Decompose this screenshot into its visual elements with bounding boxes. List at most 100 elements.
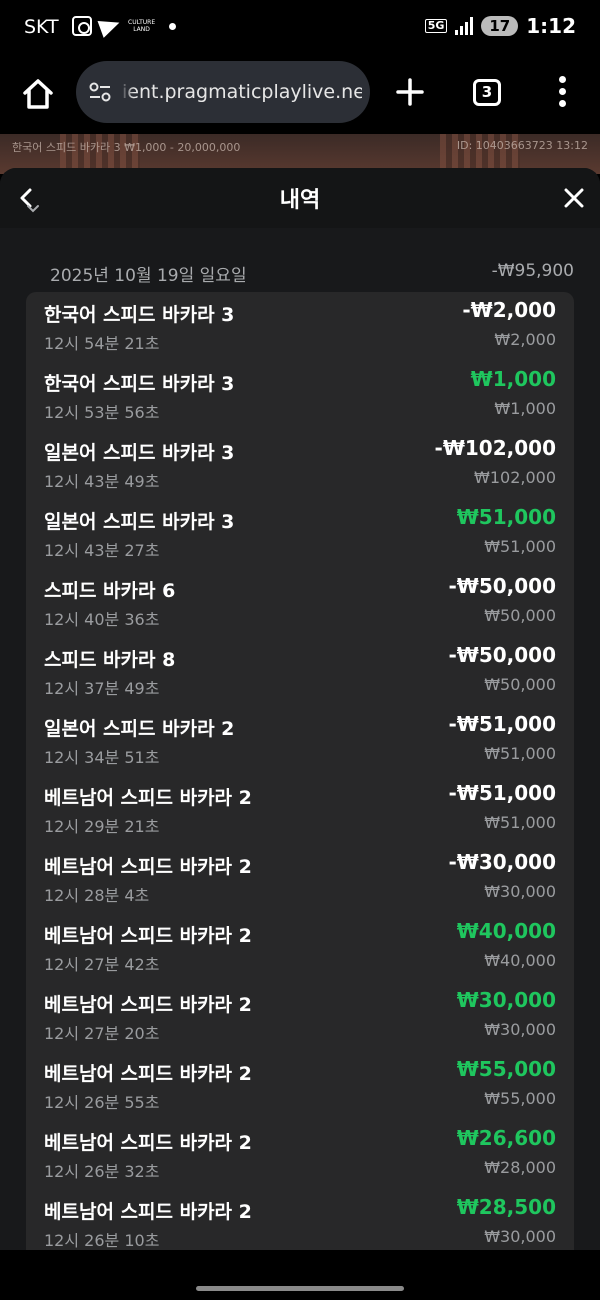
game-name: 베트남어 스피드 바카라 2 bbox=[44, 1063, 252, 1085]
history-row[interactable]: 한국어 스피드 바카라 3 12시 53분 56초 ₩1,000 ₩1,000 bbox=[26, 361, 574, 430]
bet-amount: ₩40,000 bbox=[484, 951, 556, 970]
result-amount: ₩40,000 bbox=[456, 919, 556, 943]
result-amount: -₩51,000 bbox=[448, 712, 556, 736]
url-text: ient.pragmaticplaylive.net bbox=[122, 81, 362, 103]
bet-amount: ₩55,000 bbox=[484, 1089, 556, 1108]
site-settings-icon[interactable] bbox=[88, 81, 112, 103]
day-total: -₩95,900 bbox=[491, 261, 574, 281]
close-icon bbox=[564, 188, 584, 208]
home-indicator[interactable] bbox=[196, 1286, 404, 1291]
system-navigation-bar bbox=[0, 1250, 600, 1300]
close-button[interactable] bbox=[564, 188, 584, 208]
home-button[interactable] bbox=[20, 76, 56, 112]
bet-time: 12시 54분 21초 bbox=[44, 334, 160, 353]
bet-amount: ₩102,000 bbox=[474, 468, 556, 487]
history-row[interactable]: 한국어 스피드 바카라 3 12시 54분 21초 -₩2,000 ₩2,000 bbox=[26, 292, 574, 361]
result-amount: ₩51,000 bbox=[456, 505, 556, 529]
result-amount: -₩102,000 bbox=[434, 436, 556, 460]
bet-time: 12시 28분 4초 bbox=[44, 886, 150, 905]
history-sheet: 내역 2025년 10월 19일 일요일 -₩95,900 한국어 스피드 바카… bbox=[0, 168, 600, 1250]
history-row[interactable]: 일본어 스피드 바카라 3 12시 43분 27초 ₩51,000 ₩51,00… bbox=[26, 499, 574, 568]
history-row[interactable]: 일본어 스피드 바카라 3 12시 43분 49초 -₩102,000 ₩102… bbox=[26, 430, 574, 499]
browser-menu-button[interactable] bbox=[552, 76, 572, 112]
system-icons: 5G 17 1:12 bbox=[424, 14, 576, 38]
day-date: 2025년 10월 19일 일요일 bbox=[50, 266, 247, 286]
history-row[interactable]: 베트남어 스피드 바카라 2 12시 26분 10초 ₩28,500 ₩30,0… bbox=[26, 1189, 574, 1250]
game-name: 베트남어 스피드 바카라 2 bbox=[44, 994, 252, 1016]
bet-amount: ₩30,000 bbox=[484, 1227, 556, 1246]
bet-time: 12시 34분 51초 bbox=[44, 748, 160, 767]
history-row[interactable]: 베트남어 스피드 바카라 2 12시 27분 42초 ₩40,000 ₩40,0… bbox=[26, 913, 574, 982]
bet-amount: ₩30,000 bbox=[484, 882, 556, 901]
result-amount: -₩51,000 bbox=[448, 781, 556, 805]
browser-toolbar: ient.pragmaticplaylive.net 3 bbox=[0, 58, 600, 134]
game-name: 베트남어 스피드 바카라 2 bbox=[44, 856, 252, 878]
bet-time: 12시 43분 27초 bbox=[44, 541, 160, 560]
bet-time: 12시 27분 20초 bbox=[44, 1024, 160, 1043]
notification-icons: CULTURE LAND bbox=[72, 14, 177, 38]
history-row[interactable]: 베트남어 스피드 바카라 2 12시 27분 20초 ₩30,000 ₩30,0… bbox=[26, 982, 574, 1051]
result-amount: -₩50,000 bbox=[448, 574, 556, 598]
game-name: 스피드 바카라 8 bbox=[44, 649, 176, 671]
bet-amount: ₩28,000 bbox=[484, 1158, 556, 1177]
chevron-down-icon bbox=[27, 205, 39, 213]
more-vert-icon bbox=[558, 76, 566, 83]
tab-switcher-button[interactable]: 3 bbox=[473, 79, 501, 106]
address-bar[interactable]: ient.pragmaticplaylive.net bbox=[76, 61, 370, 123]
game-name: 일본어 스피드 바카라 3 bbox=[44, 442, 235, 464]
bet-time: 12시 43분 49초 bbox=[44, 472, 160, 491]
carrier-label: SKT bbox=[24, 16, 59, 38]
bet-time: 12시 26분 55초 bbox=[44, 1093, 160, 1112]
bet-amount: ₩50,000 bbox=[484, 675, 556, 694]
bet-amount: ₩51,000 bbox=[484, 813, 556, 832]
game-name: 일본어 스피드 바카라 3 bbox=[44, 511, 235, 533]
collapse-day-toggle[interactable] bbox=[26, 204, 40, 214]
bet-amount: ₩51,000 bbox=[484, 744, 556, 763]
history-row[interactable]: 스피드 바카라 8 12시 37분 49초 -₩50,000 ₩50,000 bbox=[26, 637, 574, 706]
signal-icon bbox=[455, 17, 474, 35]
plus-icon bbox=[396, 78, 424, 106]
bet-time: 12시 37분 49초 bbox=[44, 679, 160, 698]
telegram-icon bbox=[97, 14, 123, 38]
bet-time: 12시 40분 36초 bbox=[44, 610, 160, 629]
history-row[interactable]: 베트남어 스피드 바카라 2 12시 28분 4초 -₩30,000 ₩30,0… bbox=[26, 844, 574, 913]
sheet-title: 내역 bbox=[279, 188, 321, 213]
result-amount: ₩55,000 bbox=[456, 1057, 556, 1081]
bet-time: 12시 26분 10초 bbox=[44, 1231, 160, 1250]
screenshot-icon bbox=[72, 16, 92, 36]
bet-amount: ₩50,000 bbox=[484, 606, 556, 625]
game-name: 한국어 스피드 바카라 3 bbox=[44, 373, 235, 395]
result-amount: ₩30,000 bbox=[456, 988, 556, 1012]
battery-icon: 17 bbox=[481, 16, 519, 36]
game-name: 일본어 스피드 바카라 2 bbox=[44, 718, 235, 740]
clock: 1:12 bbox=[526, 14, 576, 38]
history-row[interactable]: 베트남어 스피드 바카라 2 12시 26분 55초 ₩55,000 ₩55,0… bbox=[26, 1051, 574, 1120]
game-name: 베트남어 스피드 바카라 2 bbox=[44, 925, 252, 947]
history-row[interactable]: 베트남어 스피드 바카라 2 12시 26분 32초 ₩26,600 ₩28,0… bbox=[26, 1120, 574, 1189]
bet-time: 12시 27분 42초 bbox=[44, 955, 160, 974]
game-name: 스피드 바카라 6 bbox=[44, 580, 176, 602]
result-amount: ₩26,600 bbox=[456, 1126, 556, 1150]
history-row[interactable]: 베트남어 스피드 바카라 2 12시 29분 21초 -₩51,000 ₩51,… bbox=[26, 775, 574, 844]
bet-time: 12시 53분 56초 bbox=[44, 403, 160, 422]
bet-amount: ₩1,000 bbox=[494, 399, 556, 418]
history-row[interactable]: 스피드 바카라 6 12시 40분 36초 -₩50,000 ₩50,000 bbox=[26, 568, 574, 637]
bet-amount: ₩2,000 bbox=[494, 330, 556, 349]
result-amount: ₩1,000 bbox=[470, 367, 556, 391]
network-5g-icon: 5G bbox=[424, 19, 448, 33]
bet-time: 12시 29분 21초 bbox=[44, 817, 160, 836]
new-tab-button[interactable] bbox=[392, 74, 428, 110]
sheet-header: 내역 bbox=[0, 168, 600, 228]
result-amount: -₩50,000 bbox=[448, 643, 556, 667]
bet-amount: ₩30,000 bbox=[484, 1020, 556, 1039]
result-amount: ₩28,500 bbox=[456, 1195, 556, 1219]
game-name: 베트남어 스피드 바카라 2 bbox=[44, 1132, 252, 1154]
status-bar: SKT CULTURE LAND 5G 17 1:12 bbox=[0, 0, 600, 58]
round-id-text: ID: 10403663723 13:12 bbox=[456, 139, 588, 152]
history-row[interactable]: 일본어 스피드 바카라 2 12시 34분 51초 -₩51,000 ₩51,0… bbox=[26, 706, 574, 775]
history-list: 한국어 스피드 바카라 3 12시 54분 21초 -₩2,000 ₩2,000… bbox=[26, 292, 574, 1250]
result-amount: -₩30,000 bbox=[448, 850, 556, 874]
bet-amount: ₩51,000 bbox=[484, 537, 556, 556]
culture-land-logo: CULTURE LAND bbox=[128, 19, 156, 33]
bet-time: 12시 26분 32초 bbox=[44, 1162, 160, 1181]
